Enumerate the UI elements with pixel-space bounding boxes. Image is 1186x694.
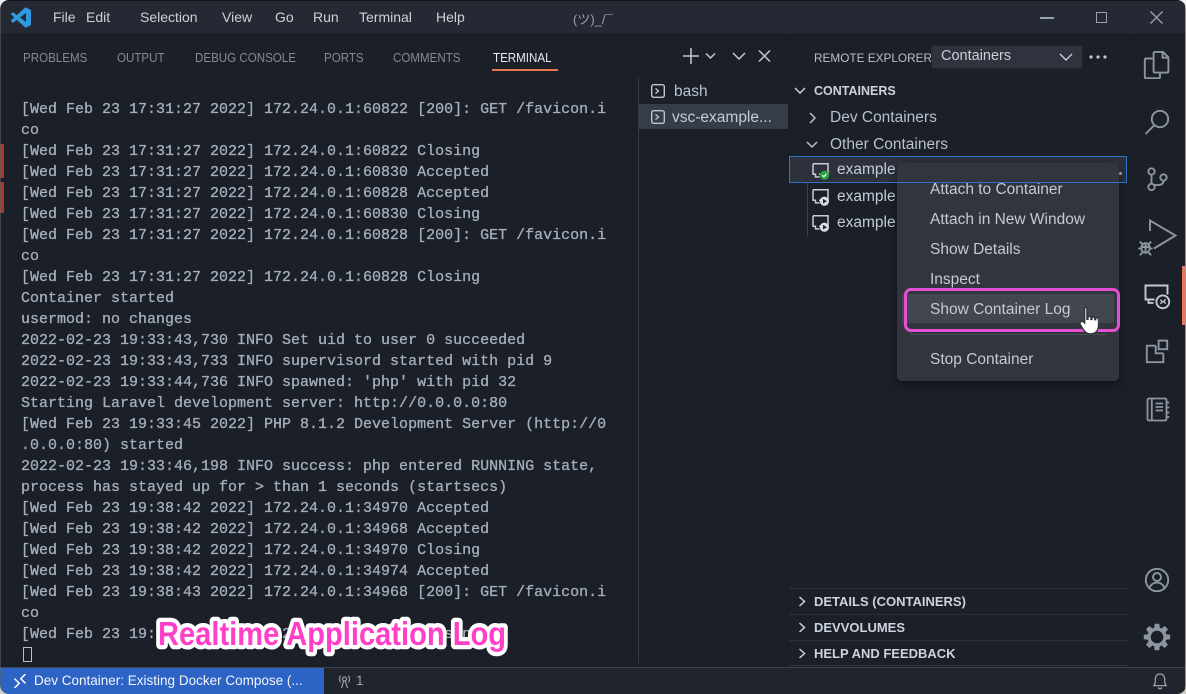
svg-text:Realtime Application Log: Realtime Application Log (158, 615, 506, 652)
